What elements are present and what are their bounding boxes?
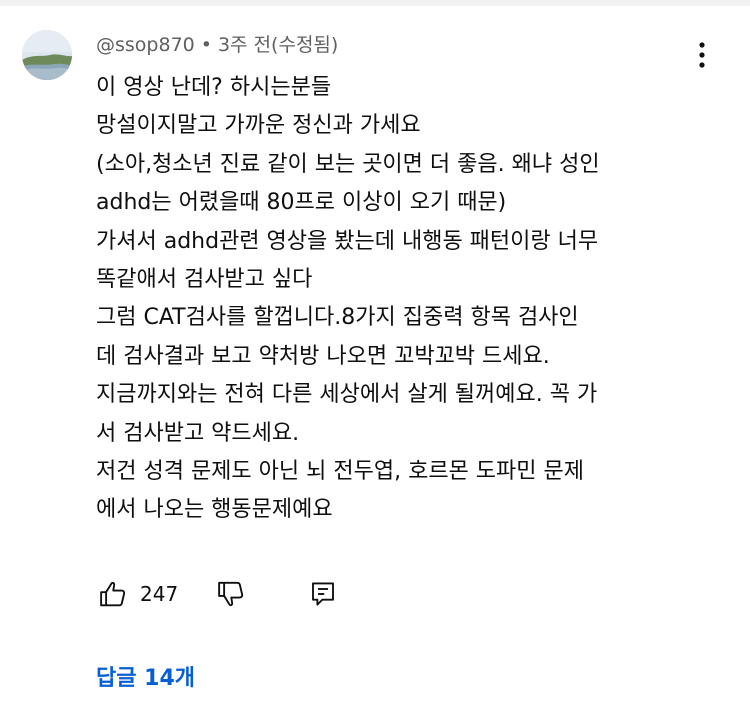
comment-line: 저건 성격 문제도 아닌 뇌 전두엽, 호르몬 도파민 문제 — [96, 458, 584, 484]
comment-line: 데 검사결과 보고 약처방 나오면 꼬박꼬박 드세요. — [96, 343, 550, 369]
top-divider — [0, 0, 750, 6]
reply-button[interactable] — [306, 577, 340, 611]
comment-body: 이 영상 난데? 하시는분들 망설이지말고 가까운 정신과 가세요 (소아,청소… — [96, 69, 716, 530]
comment-line: 그럼 CAT검사를 할껍니다.8가지 집중력 항목 검사인 — [96, 305, 579, 331]
reply-icon — [312, 582, 335, 606]
comment-line: adhd는 어렸을때 80프로 이상이 오기 때문) — [96, 190, 507, 216]
avatar[interactable] — [22, 30, 72, 80]
comment-line: 이 영상 난데? 하시는분들 — [96, 75, 332, 100]
comment-header: @ssop870 • 3주 전(수정됨) — [96, 30, 716, 60]
comment-line: 가셔서 adhd관련 영상을 봤는데 내행동 패턴이랑 너무 — [96, 228, 599, 254]
more-vert-icon — [699, 42, 705, 68]
view-replies-button[interactable]: 답글 14개 — [96, 660, 195, 692]
comment-line: 서 검사받고 약드세요. — [96, 420, 300, 446]
like-count: 247 — [140, 582, 179, 606]
comment-author[interactable]: @ssop870 — [96, 34, 195, 56]
meta-separator: • — [200, 34, 212, 56]
like-button[interactable] — [96, 577, 130, 611]
comment-line: 지금까지와는 전혀 다른 세상에서 살게 될꺼예요. 꼭 가 — [96, 382, 598, 408]
thumbs-down-icon — [218, 581, 244, 607]
comment-actions: 247 — [96, 574, 340, 614]
comment-line: (소아,청소년 진료 같이 보는 곳이면 더 좋음. 왜냐 성인 — [96, 151, 600, 177]
more-options-button[interactable] — [690, 38, 714, 72]
thumbs-up-icon — [100, 581, 126, 607]
comment-line: 망설이지말고 가까운 정신과 가세요 — [96, 113, 421, 139]
avatar-image — [22, 30, 72, 80]
comment-line: 똑같애서 검사받고 싶다 — [96, 266, 313, 292]
dislike-button[interactable] — [214, 577, 248, 611]
comment-time[interactable]: 3주 전(수정됨) — [218, 34, 338, 56]
comment: @ssop870 • 3주 전(수정됨) 이 영상 난데? 하시는분들 망설이지말고… — [96, 30, 716, 530]
comment-line: 에서 나오는 행동문제예요 — [96, 497, 333, 523]
